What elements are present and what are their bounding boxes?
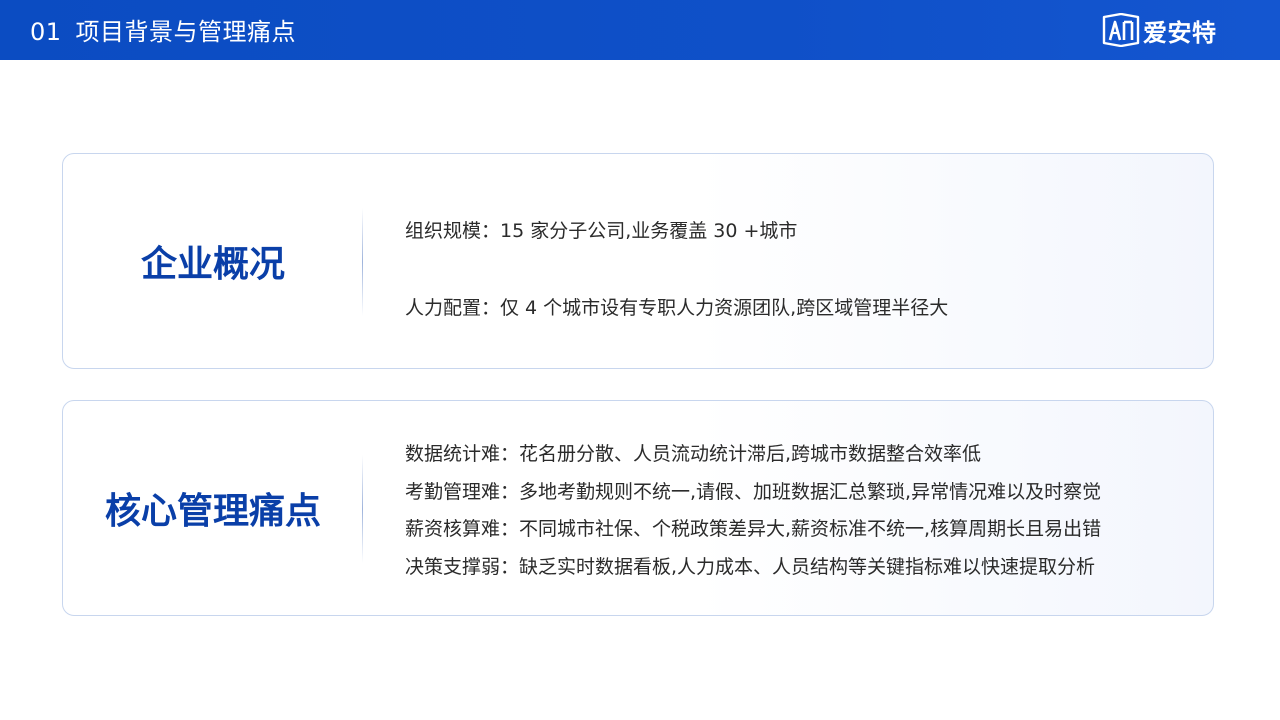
overview-body: 组织规模：15 家分子公司,业务覆盖 30 +城市 人力配置：仅 4 个城市设有… bbox=[405, 154, 1193, 368]
pain-point-statistics: 数据统计难：花名册分散、人员流动统计滞后,跨城市数据整合效率低 bbox=[405, 443, 982, 465]
overview-line-scale: 组织规模：15 家分子公司,业务覆盖 30 +城市 bbox=[405, 220, 798, 242]
overview-line-staffing: 人力配置：仅 4 个城市设有专职人力资源团队,跨区域管理半径大 bbox=[405, 297, 949, 319]
logo-text: 爱安特 bbox=[1143, 18, 1217, 47]
pain-point-decision: 决策支撑弱：缺乏实时数据看板,人力成本、人员结构等关键指标难以快速提取分析 bbox=[405, 555, 1096, 578]
page-title: 01 项目背景与管理痛点 bbox=[30, 0, 296, 60]
card-divider bbox=[362, 455, 363, 563]
pain-point-attendance: 考勤管理难：多地考勤规则不统一,请假、加班数据汇总繁琐,异常情况难以及时察觉 bbox=[405, 480, 1102, 503]
pain-point-payroll: 薪资核算难：不同城市社保、个税政策差异大,薪资标准不统一,核算周期长且易出错 bbox=[405, 518, 1102, 540]
overview-heading: 企业概况 bbox=[140, 244, 285, 285]
section-title: 项目背景与管理痛点 bbox=[75, 18, 297, 46]
brand-logo: 爱安特 bbox=[1102, 12, 1217, 48]
card-divider bbox=[362, 208, 363, 316]
company-overview-card: 企业概况 组织规模：15 家分子公司,业务覆盖 30 +城市 人力配置：仅 4 … bbox=[62, 153, 1214, 369]
pain-points-heading: 核心管理痛点 bbox=[104, 491, 321, 532]
header-bar: 01 项目背景与管理痛点 爱安特 bbox=[0, 0, 1280, 60]
pain-points-body: 数据统计难：花名册分散、人员流动统计滞后,跨城市数据整合效率低 考勤管理难：多地… bbox=[405, 401, 1193, 615]
logo-mark-icon bbox=[1102, 13, 1140, 47]
pain-points-card: 核心管理痛点 数据统计难：花名册分散、人员流动统计滞后,跨城市数据整合效率低 考… bbox=[62, 400, 1214, 616]
section-number: 01 bbox=[30, 18, 62, 46]
